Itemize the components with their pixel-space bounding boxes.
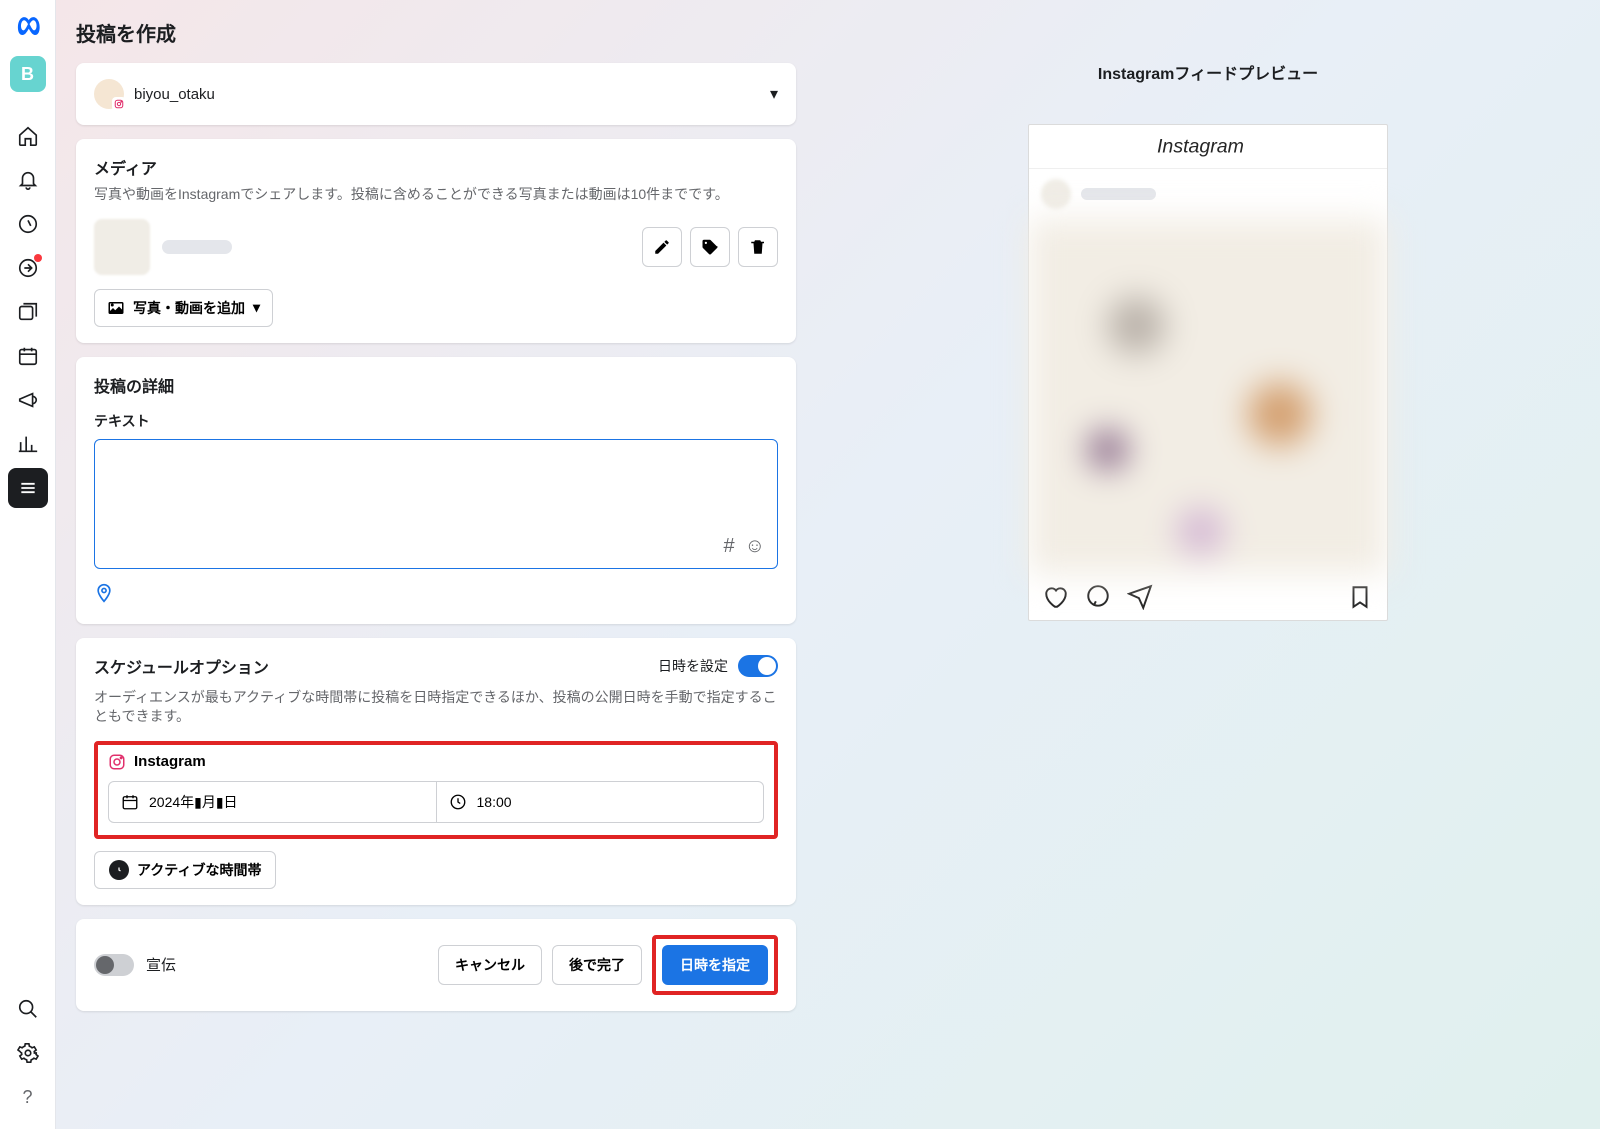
calendar-icon[interactable] bbox=[8, 336, 48, 376]
schedule-desc: オーディエンスが最もアクティブな時間帯に投稿を日時指定できるほか、投稿の公開日時… bbox=[94, 688, 778, 727]
insights-icon[interactable] bbox=[8, 424, 48, 464]
comment-icon bbox=[1085, 584, 1111, 610]
media-title: メディア bbox=[94, 155, 778, 179]
content-icon[interactable] bbox=[8, 292, 48, 332]
schedule-button[interactable]: 日時を指定 bbox=[662, 945, 768, 985]
media-thumbnail[interactable] bbox=[94, 219, 150, 275]
edit-media-button[interactable] bbox=[642, 227, 682, 267]
search-icon[interactable] bbox=[8, 989, 48, 1029]
preview-user-row bbox=[1029, 169, 1387, 219]
ads-icon[interactable] bbox=[8, 380, 48, 420]
footer-card: 宣伝 キャンセル 後で完了 日時を指定 bbox=[76, 919, 796, 1011]
location-button[interactable] bbox=[94, 583, 778, 608]
page-title: 投稿を作成 bbox=[76, 18, 796, 47]
media-item-row bbox=[94, 219, 778, 275]
account-avatar bbox=[94, 79, 124, 109]
preview-title: Instagramフィードプレビュー bbox=[1098, 60, 1318, 84]
preview-avatar bbox=[1041, 179, 1071, 209]
media-card: メディア 写真や動画をInstagramでシェアします。投稿に含めることができる… bbox=[76, 139, 796, 343]
settings-icon[interactable] bbox=[8, 1033, 48, 1073]
schedule-toggle-label: 日時を設定 bbox=[658, 656, 728, 676]
hashtag-icon[interactable]: # bbox=[723, 535, 734, 558]
details-card: 投稿の詳細 テキスト # ☺ bbox=[76, 357, 796, 624]
text-label: テキスト bbox=[94, 411, 778, 431]
notification-icon[interactable] bbox=[8, 160, 48, 200]
delete-media-button[interactable] bbox=[738, 227, 778, 267]
schedule-toggle[interactable] bbox=[738, 655, 778, 677]
image-icon bbox=[107, 299, 125, 317]
media-desc: 写真や動画をInstagramでシェアします。投稿に含めることができる写真または… bbox=[94, 185, 778, 205]
home-icon[interactable] bbox=[8, 116, 48, 156]
schedule-button-highlight: 日時を指定 bbox=[652, 935, 778, 995]
clock-icon bbox=[449, 793, 467, 811]
tag-media-button[interactable] bbox=[690, 227, 730, 267]
share-icon bbox=[1127, 584, 1153, 610]
emoji-icon[interactable]: ☺ bbox=[745, 535, 765, 558]
media-filename bbox=[162, 240, 232, 254]
instagram-badge-icon bbox=[112, 97, 126, 111]
schedule-title: スケジュールオプション bbox=[94, 654, 269, 678]
instagram-icon bbox=[108, 753, 126, 771]
chevron-down-icon: ▾ bbox=[770, 84, 778, 104]
schedule-time-input[interactable]: 18:00 bbox=[437, 781, 765, 823]
add-media-button[interactable]: 写真・動画を追加 ▾ bbox=[94, 289, 273, 327]
cancel-button[interactable]: キャンセル bbox=[438, 945, 542, 985]
preview-image bbox=[1029, 219, 1387, 574]
clock-filled-icon bbox=[109, 860, 129, 880]
bookmark-icon bbox=[1347, 584, 1373, 610]
details-title: 投稿の詳細 bbox=[94, 373, 778, 397]
planner-icon[interactable] bbox=[8, 204, 48, 244]
promo-label: 宣伝 bbox=[146, 954, 426, 975]
inbox-icon[interactable] bbox=[8, 248, 48, 288]
compose-panel: 投稿を作成 biyou_otaku ▾ メディア 写真や動画をInstagram… bbox=[56, 0, 816, 1129]
account-selector[interactable]: biyou_otaku ▾ bbox=[94, 79, 778, 109]
schedule-date-input[interactable]: 2024年▮月▮日 bbox=[108, 781, 437, 823]
active-time-button[interactable]: アクティブな時間帯 bbox=[94, 851, 276, 889]
help-icon[interactable]: ? bbox=[8, 1077, 48, 1117]
chevron-down-icon: ▾ bbox=[253, 299, 260, 316]
preview-username bbox=[1081, 188, 1156, 200]
preview-panel: Instagramフィードプレビュー Instagram bbox=[816, 0, 1600, 1129]
schedule-card: スケジュールオプション 日時を設定 オーディエンスが最もアクティブな時間帯に投稿… bbox=[76, 638, 796, 905]
account-selector-card: biyou_otaku ▾ bbox=[76, 63, 796, 125]
instagram-preview-card: Instagram bbox=[1028, 124, 1388, 621]
menu-icon[interactable] bbox=[8, 468, 48, 508]
svg-text:Instagram: Instagram bbox=[1157, 136, 1244, 158]
later-button[interactable]: 後で完了 bbox=[552, 945, 642, 985]
sidebar: B ? bbox=[0, 0, 56, 1129]
account-name: biyou_otaku bbox=[134, 86, 760, 103]
schedule-platform: Instagram bbox=[134, 753, 206, 770]
meta-logo[interactable] bbox=[12, 12, 44, 44]
workspace-avatar[interactable]: B bbox=[10, 56, 46, 92]
text-input-wrap: # ☺ bbox=[94, 439, 778, 569]
schedule-highlight-box: Instagram 2024年▮月▮日 18:00 bbox=[94, 741, 778, 839]
preview-actions bbox=[1029, 574, 1387, 620]
preview-brand: Instagram bbox=[1029, 125, 1387, 169]
notification-dot bbox=[34, 254, 42, 262]
calendar-icon bbox=[121, 793, 139, 811]
heart-icon bbox=[1043, 584, 1069, 610]
caption-textarea[interactable] bbox=[107, 450, 765, 535]
promo-toggle[interactable] bbox=[94, 954, 134, 976]
